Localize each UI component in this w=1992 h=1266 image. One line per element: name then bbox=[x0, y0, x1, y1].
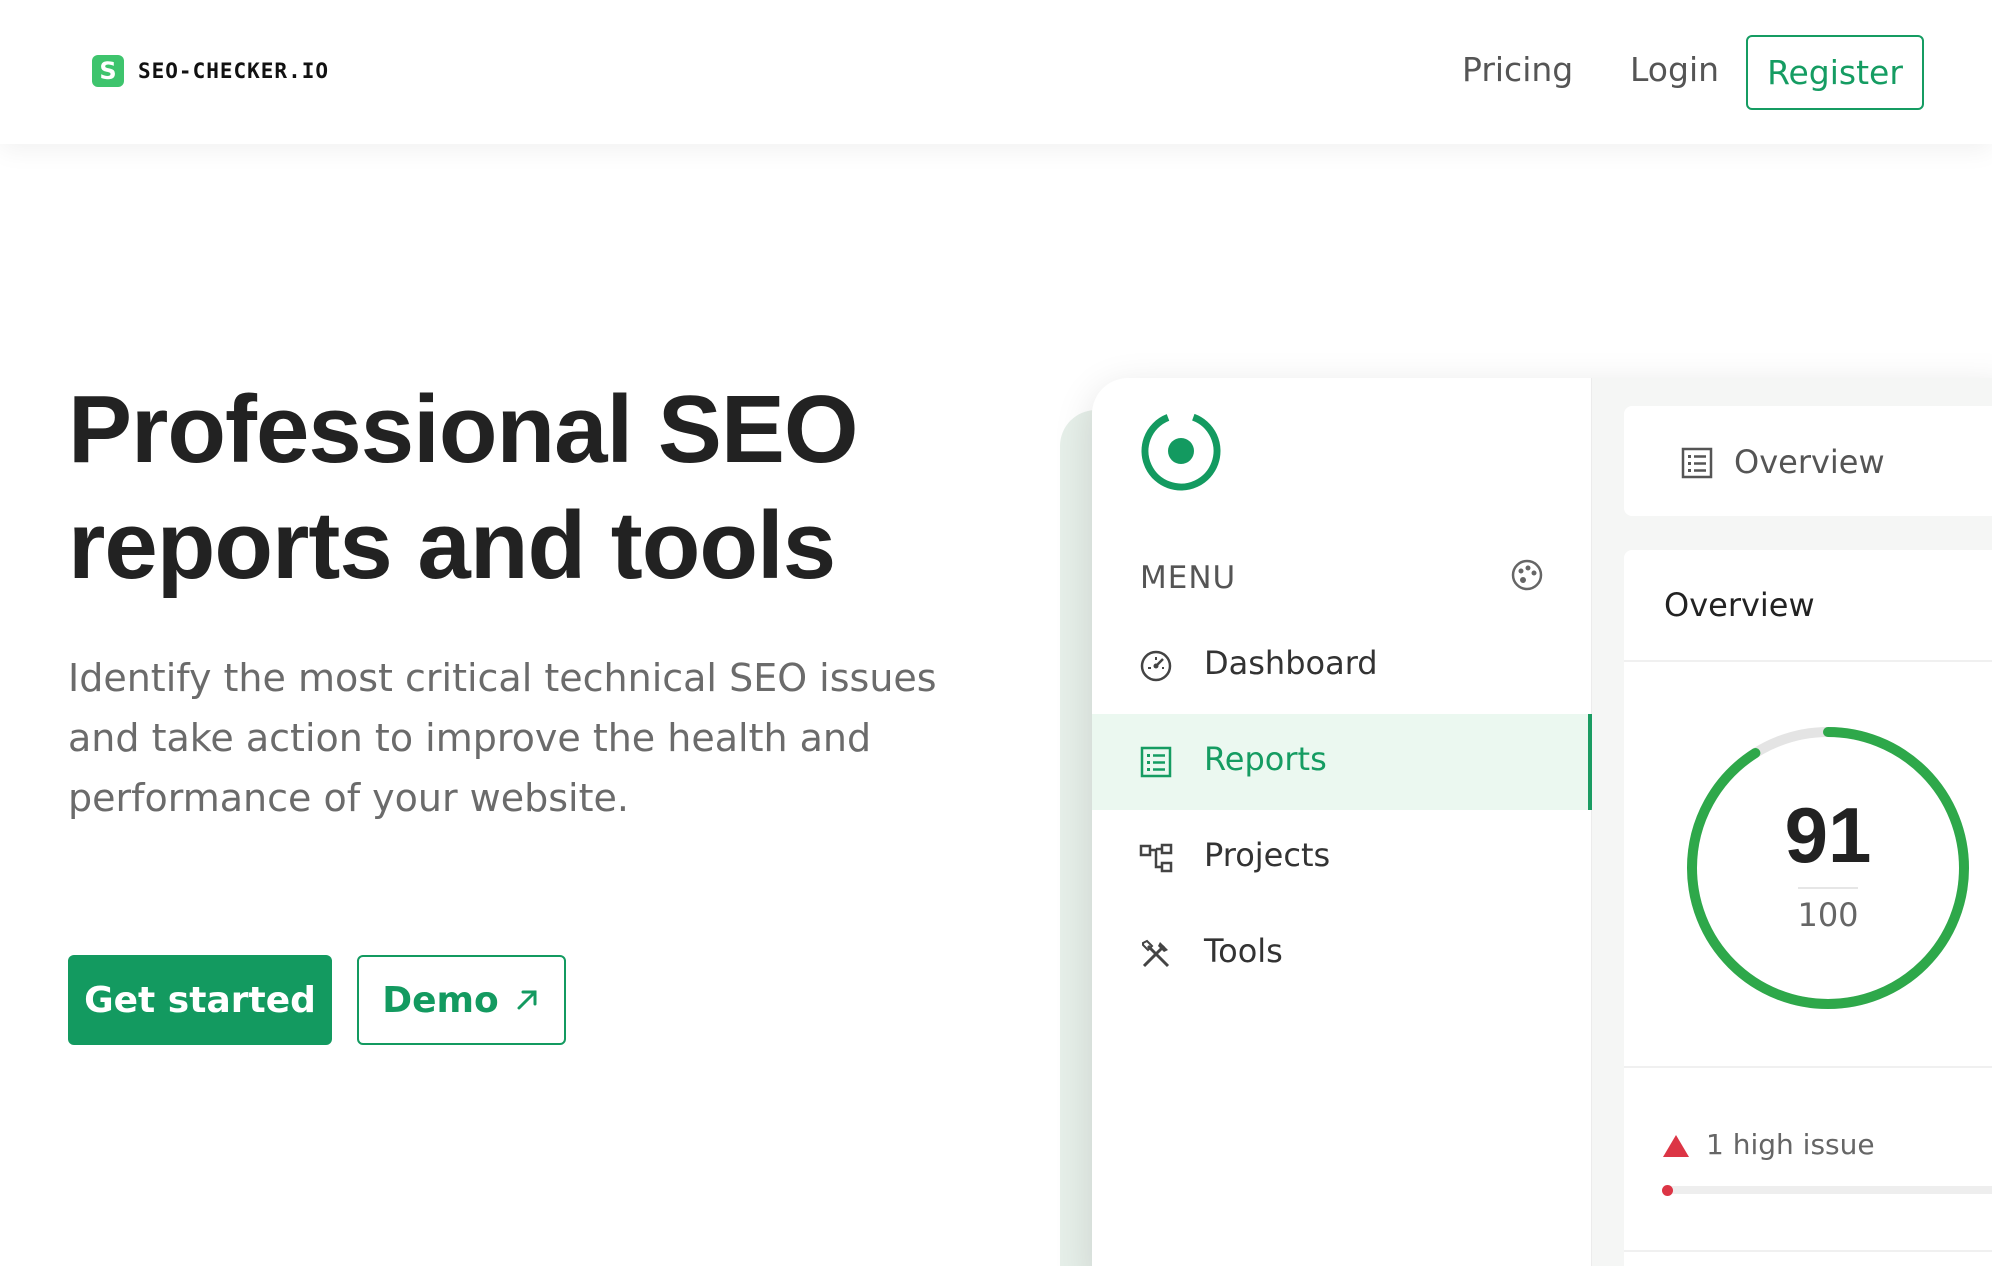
sidebar-item-projects[interactable]: Projects bbox=[1092, 810, 1592, 906]
issue-progress-track bbox=[1664, 1186, 1992, 1194]
warning-triangle-icon bbox=[1663, 1135, 1689, 1157]
hero-description: Identify the most critical technical SEO… bbox=[68, 656, 937, 820]
divider bbox=[1624, 1250, 1992, 1252]
tab-overview[interactable]: Overview bbox=[1624, 406, 1992, 516]
overview-card-title: Overview bbox=[1664, 586, 1815, 624]
register-button[interactable]: Register bbox=[1746, 35, 1924, 110]
arrow-up-right-icon bbox=[517, 990, 537, 1010]
site-logo[interactable]: S SEO-CHECKER.IO bbox=[92, 55, 329, 87]
menu-label: MENU bbox=[1140, 560, 1237, 596]
nav-login-link[interactable]: Login bbox=[1630, 50, 1719, 89]
app-preview-window: MENU Dashboard Reports Projects Tools Ov… bbox=[1092, 378, 1992, 1266]
demo-button[interactable]: Demo bbox=[357, 955, 566, 1045]
site-header: S SEO-CHECKER.IO Pricing Login Register bbox=[0, 0, 1992, 144]
sidebar-item-reports[interactable]: Reports bbox=[1092, 714, 1592, 810]
hero-title-line1: Professional SEO bbox=[68, 376, 859, 483]
sidebar-item-label: Reports bbox=[1204, 740, 1327, 778]
demo-button-label: Demo bbox=[382, 979, 499, 1021]
sidebar-item-tools[interactable]: Tools bbox=[1092, 906, 1592, 1002]
issue-count-text: 1 high issue bbox=[1706, 1128, 1875, 1161]
issue-progress-dot bbox=[1662, 1185, 1673, 1196]
sidebar-item-label: Projects bbox=[1204, 836, 1331, 874]
projects-icon bbox=[1139, 843, 1173, 873]
get-started-button[interactable]: Get started bbox=[68, 955, 332, 1045]
sidebar-item-dashboard[interactable]: Dashboard bbox=[1092, 618, 1592, 714]
divider bbox=[1624, 1066, 1992, 1068]
nav-pricing-link[interactable]: Pricing bbox=[1462, 50, 1573, 89]
sidebar-item-label: Dashboard bbox=[1204, 644, 1378, 682]
logo-text: SEO-CHECKER.IO bbox=[138, 59, 330, 83]
score-value: 91 bbox=[1784, 791, 1872, 879]
palette-icon[interactable] bbox=[1510, 558, 1544, 592]
reports-icon bbox=[1140, 746, 1172, 778]
tools-icon bbox=[1142, 939, 1170, 968]
dashboard-icon bbox=[1140, 650, 1172, 682]
list-icon bbox=[1681, 447, 1713, 479]
hero-title-line2: reports and tools bbox=[68, 492, 836, 599]
logo-mark: S bbox=[92, 55, 124, 87]
sidebar-item-label: Tools bbox=[1204, 932, 1283, 970]
score-max: 100 bbox=[1797, 896, 1859, 934]
tab-overview-label: Overview bbox=[1734, 443, 1885, 481]
hero-title: Professional SEO reports and tools bbox=[68, 372, 968, 604]
divider bbox=[1624, 660, 1992, 662]
app-logo-icon bbox=[1141, 411, 1221, 491]
overview-card: Overview 91 100 1 high issue bbox=[1624, 550, 1992, 1266]
app-sidebar: MENU Dashboard Reports Projects Tools bbox=[1092, 378, 1592, 1266]
score-divider bbox=[1798, 887, 1858, 889]
